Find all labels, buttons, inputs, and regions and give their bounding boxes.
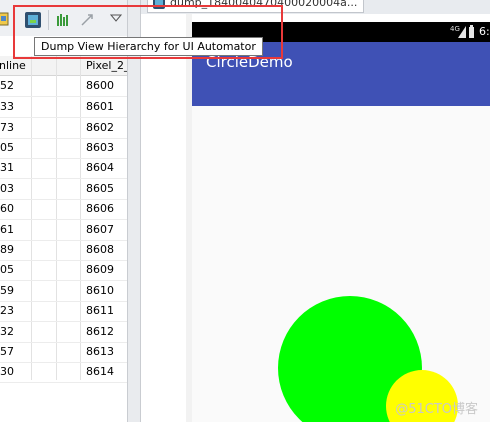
- table-row[interactable]: 60 8606: [0, 199, 127, 220]
- device-id-cell: 05: [0, 141, 14, 154]
- device-port-cell: 8604: [86, 161, 114, 174]
- device-id-cell: 30: [0, 365, 14, 378]
- table-row[interactable]: 33 8601: [0, 97, 127, 118]
- device-id-cell: 89: [0, 243, 14, 256]
- app-content: [192, 106, 490, 422]
- device-id-cell: 03: [0, 182, 14, 195]
- device-id-cell: 52: [0, 79, 14, 92]
- device-port-cell: 8609: [86, 263, 114, 276]
- device-screenshot[interactable]: 4G 6: CircleDemo: [192, 22, 490, 422]
- device-id-cell: 05: [0, 263, 14, 276]
- device-port-cell: 8606: [86, 202, 114, 215]
- table-row[interactable]: 73 8602: [0, 118, 127, 139]
- device-id-cell: 32: [0, 325, 14, 338]
- column-header-pixel[interactable]: Pixel_2_: [86, 59, 129, 72]
- table-row[interactable]: 61 8607: [0, 220, 127, 241]
- device-port-cell: 8603: [86, 141, 114, 154]
- device-port-cell: 8607: [86, 223, 114, 236]
- devices-panel: nline Pixel_2_ 52 8600 33 8601 73 8602 05 86…: [0, 0, 129, 422]
- device-id-cell: 31: [0, 161, 14, 174]
- device-id-cell: 73: [0, 121, 14, 134]
- table-row[interactable]: 52 8600: [0, 76, 127, 97]
- device-screen-icon[interactable]: [0, 12, 10, 29]
- table-row[interactable]: 57 8613: [0, 342, 127, 363]
- clock-text: 6:: [479, 25, 490, 38]
- panel-splitter[interactable]: [127, 0, 141, 422]
- device-id-cell: 33: [0, 100, 14, 113]
- signal-icon: [458, 26, 466, 41]
- table-row[interactable]: 05 8609: [0, 260, 127, 281]
- device-id-cell: 57: [0, 345, 14, 358]
- table-row[interactable]: 30 8614: [0, 362, 127, 383]
- device-port-cell: 8613: [86, 345, 114, 358]
- table-row[interactable]: 32 8612: [0, 322, 127, 343]
- device-port-cell: 8601: [86, 100, 114, 113]
- table-row[interactable]: 59 8610: [0, 281, 127, 302]
- red-highlight-box: [13, 5, 283, 59]
- battery-icon: [468, 25, 475, 42]
- device-port-cell: 8612: [86, 325, 114, 338]
- table-row[interactable]: 05 8603: [0, 138, 127, 159]
- table-row[interactable]: 23 8611: [0, 301, 127, 322]
- device-port-cell: 8611: [86, 304, 114, 317]
- watermark: @51CTO博客: [395, 402, 478, 417]
- device-port-cell: 8600: [86, 79, 114, 92]
- circle-canvas: [278, 296, 458, 422]
- device-port-cell: 8605: [86, 182, 114, 195]
- device-port-cell: 8610: [86, 284, 114, 297]
- table-row[interactable]: 31 8604: [0, 158, 127, 179]
- table-row[interactable]: 03 8605: [0, 179, 127, 200]
- column-header-online[interactable]: nline: [0, 59, 26, 72]
- device-id-cell: 59: [0, 284, 14, 297]
- device-id-cell: 23: [0, 304, 14, 317]
- device-port-cell: 8602: [86, 121, 114, 134]
- device-port-cell: 8614: [86, 365, 114, 378]
- device-id-cell: 61: [0, 223, 14, 236]
- table-row[interactable]: 89 8608: [0, 240, 127, 261]
- device-port-cell: 8608: [86, 243, 114, 256]
- device-id-cell: 60: [0, 202, 14, 215]
- table-header: nline Pixel_2_: [0, 56, 129, 76]
